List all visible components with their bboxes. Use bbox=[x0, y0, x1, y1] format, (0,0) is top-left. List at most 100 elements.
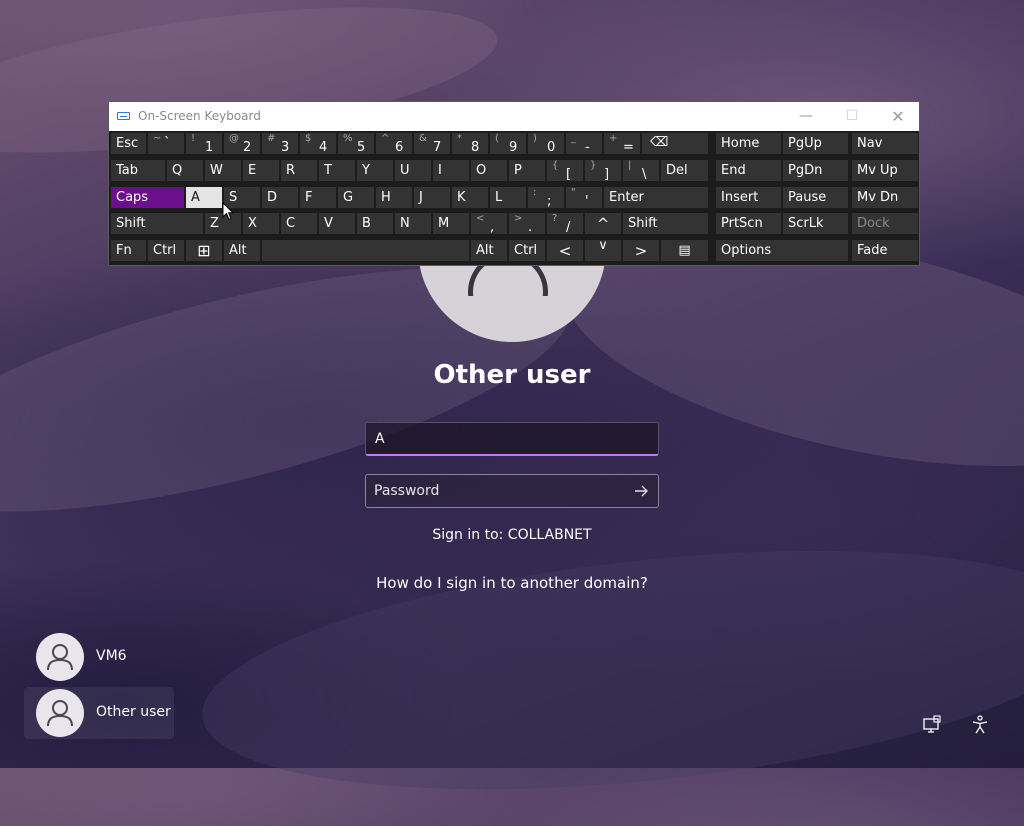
key-j[interactable]: J bbox=[413, 186, 451, 209]
key-1[interactable]: ! 1 bbox=[185, 132, 223, 155]
close-button[interactable]: ✕ bbox=[875, 102, 921, 131]
key-equals[interactable]: + = bbox=[603, 132, 641, 155]
key-l[interactable]: L bbox=[489, 186, 527, 209]
key-pgdn[interactable]: PgDn bbox=[782, 159, 849, 182]
user-list-item-other-user[interactable]: Other user bbox=[24, 687, 174, 739]
osk-titlebar[interactable]: On-Screen Keyboard — ☐ ✕ bbox=[109, 102, 919, 131]
key-insert[interactable]: Insert bbox=[715, 186, 782, 209]
key-scrlk[interactable]: ScrLk bbox=[782, 212, 849, 235]
key-close-bracket[interactable]: }] bbox=[584, 159, 622, 182]
key-b[interactable]: B bbox=[356, 212, 394, 235]
key-shift-label: % bbox=[343, 133, 353, 144]
key-f[interactable]: F bbox=[299, 186, 337, 209]
key-dock[interactable]: Dock bbox=[851, 212, 919, 235]
key-prtscn[interactable]: PrtScn bbox=[715, 212, 782, 235]
key-5[interactable]: % 5 bbox=[337, 132, 375, 155]
key-y[interactable]: Y bbox=[356, 159, 394, 182]
key-p[interactable]: P bbox=[508, 159, 546, 182]
key-windows[interactable]: ⊞ bbox=[185, 239, 223, 262]
key-pgup[interactable]: PgUp bbox=[782, 132, 849, 155]
key-w[interactable]: W bbox=[204, 159, 242, 182]
key-arrow-left[interactable]: < bbox=[546, 239, 584, 262]
key-m[interactable]: M bbox=[432, 212, 470, 235]
key-8[interactable]: * 8 bbox=[451, 132, 489, 155]
key-enter[interactable]: Enter bbox=[603, 186, 709, 209]
key-shift-left[interactable]: Shift bbox=[110, 212, 204, 235]
key-alt-left[interactable]: Alt bbox=[223, 239, 261, 262]
key-label: ` bbox=[164, 136, 171, 151]
key-pause[interactable]: Pause bbox=[782, 186, 849, 209]
key-ctrl-right[interactable]: Ctrl bbox=[508, 239, 546, 262]
key-a[interactable]: A bbox=[185, 186, 223, 209]
key-x[interactable]: X bbox=[242, 212, 280, 235]
key-k[interactable]: K bbox=[451, 186, 489, 209]
key-t[interactable]: T bbox=[318, 159, 356, 182]
key-del[interactable]: Del bbox=[660, 159, 709, 182]
key-menu[interactable]: ▤ bbox=[660, 239, 709, 262]
key-nav[interactable]: Nav bbox=[851, 132, 919, 155]
key-c[interactable]: C bbox=[280, 212, 318, 235]
key-g[interactable]: G bbox=[337, 186, 375, 209]
key-mv-up[interactable]: Mv Up bbox=[851, 159, 919, 182]
key-mv-dn[interactable]: Mv Dn bbox=[851, 186, 919, 209]
key-e[interactable]: E bbox=[242, 159, 280, 182]
key-period[interactable]: >. bbox=[508, 212, 546, 235]
key-q[interactable]: Q bbox=[166, 159, 204, 182]
key-end[interactable]: End bbox=[715, 159, 782, 182]
key-h[interactable]: H bbox=[375, 186, 413, 209]
key-label: J bbox=[419, 190, 423, 205]
key-esc[interactable]: Esc bbox=[110, 132, 147, 155]
password-field[interactable]: Password bbox=[365, 474, 659, 508]
key-o[interactable]: O bbox=[470, 159, 508, 182]
username-field[interactable]: A bbox=[365, 422, 659, 456]
key-open-bracket[interactable]: {[ bbox=[546, 159, 584, 182]
key-backslash[interactable]: | \ bbox=[622, 159, 660, 182]
key-v[interactable]: V bbox=[318, 212, 356, 235]
key-7[interactable]: & 7 bbox=[413, 132, 451, 155]
key-tab[interactable]: Tab bbox=[110, 159, 166, 182]
key-alt-right[interactable]: Alt bbox=[470, 239, 508, 262]
key-r[interactable]: R bbox=[280, 159, 318, 182]
key-d[interactable]: D bbox=[261, 186, 299, 209]
key-minus[interactable]: _ - bbox=[565, 132, 603, 155]
key-backtick[interactable]: ~ ` bbox=[147, 132, 185, 155]
key-i[interactable]: I bbox=[432, 159, 470, 182]
key-u[interactable]: U bbox=[394, 159, 432, 182]
key-backspace[interactable]: ⌫ bbox=[641, 132, 709, 155]
key-6[interactable]: ^ 6 bbox=[375, 132, 413, 155]
key-arrow-right[interactable]: > bbox=[622, 239, 660, 262]
key-home[interactable]: Home bbox=[715, 132, 782, 155]
key-label: 8 bbox=[471, 140, 480, 155]
key-shift-label: * bbox=[457, 133, 462, 144]
key-arrow-up[interactable]: ^ bbox=[584, 212, 622, 235]
maximize-button[interactable]: ☐ bbox=[829, 102, 875, 131]
user-list-item-vm6[interactable]: VM6 bbox=[24, 631, 174, 683]
key-caps[interactable]: Caps bbox=[110, 186, 185, 209]
submit-arrow-icon[interactable] bbox=[630, 480, 652, 502]
minimize-button[interactable]: — bbox=[783, 102, 829, 131]
key-semicolon[interactable]: :; bbox=[527, 186, 565, 209]
key-options[interactable]: Options bbox=[715, 239, 849, 262]
key-9[interactable]: (9 bbox=[489, 132, 527, 155]
other-domain-link[interactable]: How do I sign in to another domain? bbox=[0, 574, 1024, 592]
key-slash[interactable]: ? / bbox=[546, 212, 584, 235]
key-arrow-down[interactable]: ∨ bbox=[584, 238, 622, 262]
key-label: ] bbox=[604, 167, 610, 182]
sign-in-domain-text: Sign in to: COLLABNET bbox=[432, 527, 592, 543]
key-label: Mv Up bbox=[857, 163, 898, 178]
key-2[interactable]: @2 bbox=[223, 132, 261, 155]
network-icon[interactable] bbox=[921, 714, 943, 736]
key-3[interactable]: #3 bbox=[261, 132, 299, 155]
key-4[interactable]: $4 bbox=[299, 132, 337, 155]
username-value: A bbox=[375, 431, 385, 447]
key-space[interactable] bbox=[261, 239, 470, 262]
key-fade[interactable]: Fade bbox=[851, 239, 919, 262]
key-n[interactable]: N bbox=[394, 212, 432, 235]
key-0[interactable]: ) 0 bbox=[527, 132, 565, 155]
key-comma[interactable]: <, bbox=[470, 212, 508, 235]
key-ctrl-left[interactable]: Ctrl bbox=[147, 239, 185, 262]
key-fn[interactable]: Fn bbox=[110, 239, 147, 262]
accessibility-icon[interactable] bbox=[969, 714, 991, 736]
key-quote[interactable]: " ' bbox=[565, 186, 603, 209]
key-shift-right[interactable]: Shift bbox=[622, 212, 709, 235]
